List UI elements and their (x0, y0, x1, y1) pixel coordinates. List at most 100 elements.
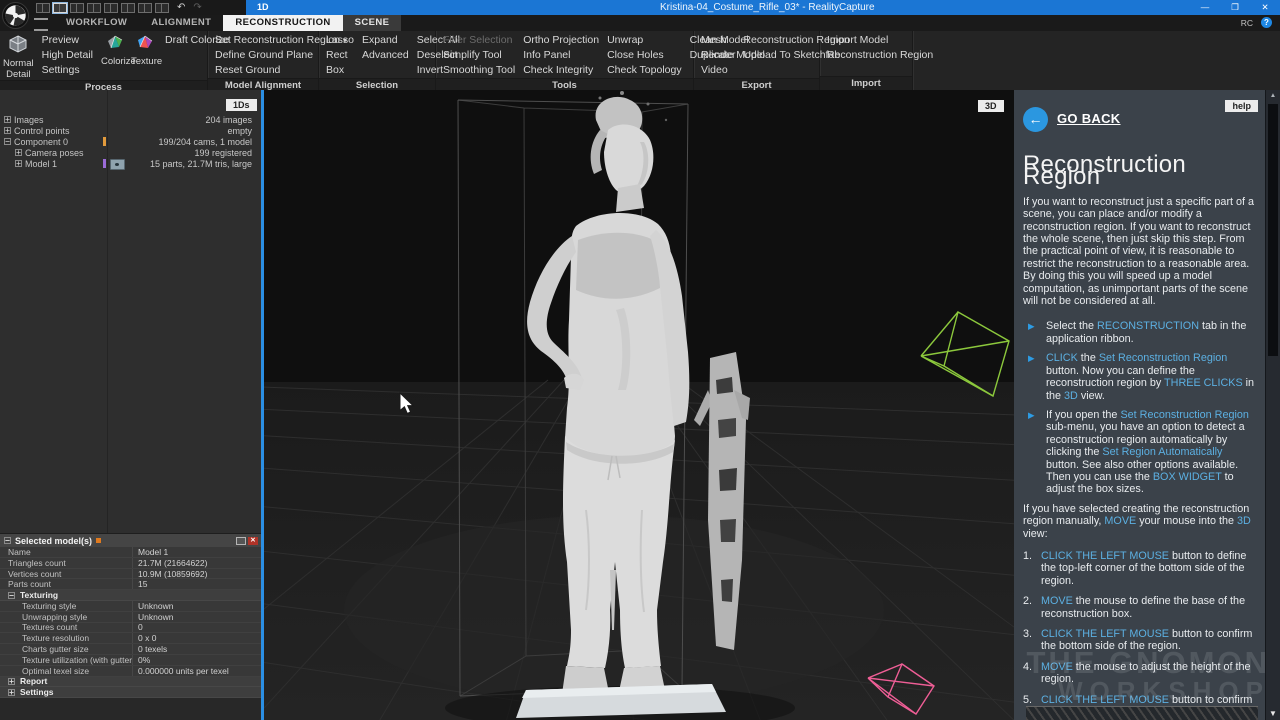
ribbon-button-check-topology[interactable]: Check Topology (607, 63, 682, 78)
restore-button[interactable]: ❐ (1220, 0, 1250, 15)
tab-alignment[interactable]: ALIGNMENT (139, 15, 223, 31)
ribbon-button-filter-selection[interactable]: Filter Selection (443, 33, 515, 48)
property-key: Optimal texel size (0, 666, 133, 676)
viewport-3d[interactable]: 3D (264, 90, 1014, 720)
tree-view-tab[interactable]: 1Ds (226, 99, 257, 111)
layout-icon-two-pane-vertical[interactable] (53, 3, 67, 13)
ribbon-button-simplify-tool[interactable]: Simplify Tool (443, 48, 515, 63)
ribbon-button-settings[interactable]: Settings (42, 63, 93, 78)
tab-reconstruction[interactable]: RECONSTRUCTION (223, 15, 342, 31)
undo-icon[interactable]: ↶ (177, 3, 185, 13)
ribbon-button-check-integrity[interactable]: Check Integrity (523, 63, 599, 78)
cube-icon (8, 34, 28, 54)
help-icon[interactable]: ? (1261, 17, 1272, 28)
help-link[interactable]: CLICK THE LEFT MOUSE (1041, 628, 1169, 640)
ribbon-button-video[interactable]: Video (701, 63, 735, 78)
help-link[interactable]: Set Reconstruction Region (1099, 352, 1227, 364)
tree-row-model-1[interactable]: +Model 115 parts, 21.7M tris, large (0, 158, 261, 169)
ribbon-button-box[interactable]: Box (326, 63, 354, 78)
help-link[interactable]: MOVE (1041, 661, 1073, 673)
layout-icon-mixed-pane[interactable] (138, 3, 152, 13)
ribbon-button-import-reconstruction-region[interactable]: Reconstruction Region (827, 48, 933, 63)
ribbon-button-preview[interactable]: Preview (42, 33, 93, 48)
help-link[interactable]: CLICK THE LEFT MOUSE (1041, 694, 1169, 706)
ribbon-button-rect[interactable]: Rect (326, 48, 354, 63)
props-section-settings[interactable]: +Settings (0, 687, 261, 698)
help-link[interactable]: Set Region Automatically (1102, 446, 1222, 458)
close-button[interactable]: ✕ (1250, 0, 1280, 15)
ribbon-button-advanced[interactable]: Advanced (362, 48, 409, 63)
expander-icon[interactable]: + (8, 689, 15, 696)
ribbon-button-info-panel[interactable]: Info Panel (523, 48, 599, 63)
ribbon-button-ortho-projection[interactable]: Ortho Projection (523, 33, 599, 48)
ribbon-button-mesh[interactable]: Mesh (701, 33, 735, 48)
layout-icon-split-pane[interactable] (104, 3, 118, 13)
property-value: 0 x 0 (133, 633, 261, 643)
tab-workflow[interactable]: WORKFLOW (54, 15, 139, 31)
close-icon[interactable]: ✕ (248, 537, 258, 545)
expander-icon[interactable]: + (4, 116, 11, 123)
collapse-icon[interactable]: − (4, 537, 11, 544)
help-link[interactable]: RECONSTRUCTION (1097, 320, 1199, 332)
help-link[interactable]: MOVE (1041, 595, 1073, 607)
visibility-icon[interactable] (110, 159, 125, 170)
tree-item-value: 199/204 cams, 1 model (158, 137, 252, 147)
help-scrollbar[interactable]: ▲ ▼ (1265, 90, 1280, 720)
viewport-3d-tab[interactable]: 3D (978, 100, 1004, 112)
layout-icon-single-pane[interactable] (36, 3, 50, 13)
ribbon-button-render[interactable]: Render (701, 48, 735, 63)
tab-scene[interactable]: SCENE (343, 15, 402, 31)
ribbon-button-high-detail[interactable]: High Detail (42, 48, 93, 63)
tree-item-label: Control points (14, 126, 70, 136)
go-back-link[interactable]: ← GO BACK (1023, 107, 1121, 132)
help-panel-tab[interactable]: help (1225, 100, 1258, 112)
layout-icon-two-pane[interactable] (70, 3, 84, 13)
viewport-canvas[interactable] (264, 90, 1014, 720)
help-link[interactable]: 3D (1064, 390, 1078, 402)
help-link[interactable]: THREE CLICKS (1164, 377, 1243, 389)
redo-icon[interactable]: ↷ (193, 3, 201, 13)
ribbon-button-import-model[interactable]: Import Model (827, 33, 933, 48)
scroll-up-icon[interactable]: ▲ (1266, 92, 1280, 99)
expander-icon[interactable]: − (8, 592, 15, 599)
help-link[interactable]: 3D (1237, 515, 1251, 527)
bullet-arrow-icon: ▶ (1028, 352, 1037, 402)
tree-row-camera-poses[interactable]: +Camera poses199 registered (0, 147, 261, 158)
ribbon-button-texture[interactable]: Texture (131, 33, 161, 67)
help-link[interactable]: MOVE (1104, 515, 1136, 527)
ribbon-button-smoothing-tool[interactable]: Smoothing Tool (443, 63, 515, 78)
ribbon-button-expand[interactable]: Expand (362, 33, 409, 48)
orange-marker (96, 538, 101, 543)
expander-icon[interactable]: − (4, 138, 11, 145)
help-link[interactable]: BOX WIDGET (1153, 471, 1222, 483)
minimize-button[interactable]: — (1190, 0, 1220, 15)
menu-icon[interactable] (34, 18, 48, 31)
layout-icon-quad-pane[interactable] (121, 3, 135, 13)
expander-icon[interactable]: + (8, 678, 15, 685)
panel-splitter[interactable] (261, 90, 264, 720)
dock-icon[interactable] (236, 537, 246, 545)
props-section-texturing[interactable]: −Texturing (0, 590, 261, 601)
help-link[interactable]: Set Reconstruction Region (1120, 409, 1248, 421)
scroll-down-icon[interactable]: ▼ (1266, 709, 1280, 718)
selected-model-header[interactable]: − Selected model(s) ✕ (0, 534, 261, 547)
tree-row-control-points[interactable]: +Control pointsempty (0, 125, 261, 136)
expander-icon[interactable]: + (15, 149, 22, 156)
layout-icon-grid-pane[interactable] (155, 3, 169, 13)
expander-icon[interactable]: + (4, 127, 11, 134)
tree-row-images[interactable]: +Images204 images (0, 114, 261, 125)
help-link[interactable]: CLICK (1046, 352, 1078, 364)
help-link[interactable]: CLICK THE LEFT MOUSE (1041, 550, 1169, 562)
tree-row-component-0[interactable]: −Component 0199/204 cams, 1 model (0, 136, 261, 147)
ribbon-button-unwrap[interactable]: Unwrap (607, 33, 682, 48)
ribbon-button-normal-detail[interactable]: Normal Detail (3, 33, 34, 80)
bullet-arrow-icon: ▶ (1028, 409, 1037, 496)
scrollbar-thumb[interactable] (1268, 104, 1278, 356)
app-window: ↶ ↷ 1D Kristina-04_Costume_Rifle_03* - R… (0, 0, 1280, 720)
ribbon-button-lasso[interactable]: Lasso (326, 33, 354, 48)
props-section-report[interactable]: +Report (0, 677, 261, 688)
expander-icon[interactable]: + (15, 160, 22, 167)
layout-icon-list-pane[interactable] (87, 3, 101, 13)
ribbon-button-colorize[interactable]: Colorize (101, 33, 131, 67)
ribbon-button-close-holes[interactable]: Close Holes (607, 48, 682, 63)
